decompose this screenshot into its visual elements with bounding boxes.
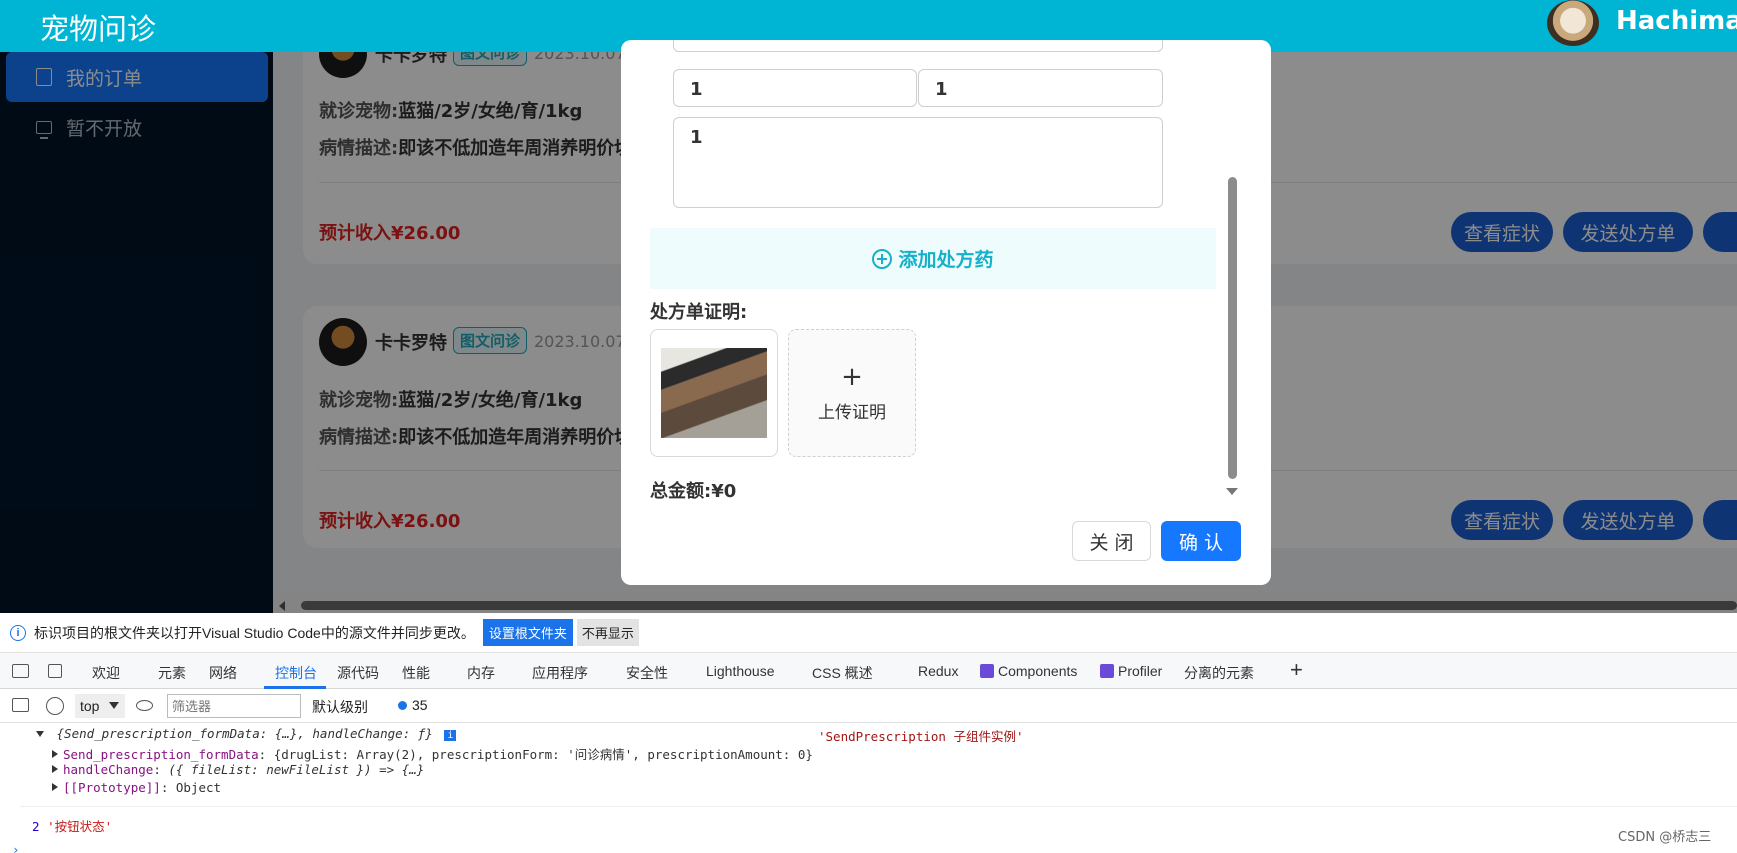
expand-triangle-icon[interactable] — [52, 765, 58, 773]
console-prompt[interactable]: › — [12, 842, 20, 853]
uploaded-proof-thumbnail[interactable] — [650, 329, 778, 457]
log-level-select[interactable]: 默认级别 — [312, 697, 368, 717]
expand-triangle-icon[interactable] — [52, 750, 58, 758]
info-text: 标识项目的根文件夹以打开Visual Studio Code中的源文件并同步更改… — [34, 624, 475, 641]
drug-quantity-input[interactable]: 1 — [673, 69, 917, 107]
tab-components[interactable]: Components — [980, 663, 1077, 679]
devtools-infobar: i 标识项目的根文件夹以打开Visual Studio Code中的源文件并同步… — [0, 613, 1737, 653]
watermark: CSDN @桥志三 — [1618, 830, 1712, 845]
info-badge-icon[interactable]: i — [444, 730, 457, 741]
plus-icon: + — [841, 361, 863, 392]
devtools-tabbar: 欢迎 元素 网络 控制台 源代码 性能 内存 应用程序 安全性 Lighthou… — [0, 653, 1737, 689]
tab-sources[interactable]: 源代码 — [337, 663, 379, 683]
sidebar-toggle-icon[interactable] — [12, 698, 29, 712]
tab-elements[interactable]: 元素 — [158, 663, 186, 683]
drug-price-input[interactable]: 1 — [918, 69, 1163, 107]
console-log-object[interactable]: {Send_prescription_formData: {…}, handle… — [36, 726, 457, 741]
drug-name-input[interactable] — [673, 40, 1163, 52]
tab-network[interactable]: 网络 — [209, 663, 237, 683]
upload-proof-button[interactable]: + 上传证明 — [788, 329, 916, 457]
console-prop-row[interactable]: handleChange: ({ fileList: newFileList }… — [52, 762, 424, 777]
eye-icon[interactable] — [136, 700, 153, 711]
proof-label: 处方单证明: — [650, 302, 748, 323]
device-toolbar-icon[interactable] — [48, 664, 62, 678]
console-log-label: 'SendPrescription 子组件实例' — [818, 729, 1024, 744]
issue-icon — [398, 701, 407, 710]
issues-counter[interactable]: 35 — [398, 697, 428, 713]
tab-redux[interactable]: Redux — [918, 663, 958, 679]
console-output: {Send_prescription_formData: {…}, handle… — [0, 723, 1737, 853]
user-name[interactable]: Hachiman — [1616, 6, 1737, 36]
console-prop-row[interactable]: Send_prescription_formData: {drugList: A… — [52, 744, 813, 763]
tab-css-overview[interactable]: CSS 概述 — [812, 663, 873, 683]
dont-show-again-button[interactable]: 不再显示 — [576, 619, 639, 646]
user-avatar[interactable] — [1547, 0, 1599, 46]
devtools-panel: i 标识项目的根文件夹以打开Visual Studio Code中的源文件并同步… — [0, 613, 1737, 853]
collapse-triangle-icon[interactable] — [36, 731, 44, 737]
close-button[interactable]: 关 闭 — [1072, 521, 1151, 561]
app-title: 宠物问诊 — [40, 12, 157, 46]
scroll-down-icon[interactable] — [1226, 488, 1238, 495]
console-divider — [20, 806, 1737, 807]
context-select[interactable]: top — [75, 694, 125, 718]
plus-circle-icon — [872, 248, 893, 269]
console-filter-input[interactable] — [167, 694, 301, 718]
info-icon: i — [10, 624, 26, 641]
expand-triangle-icon[interactable] — [52, 783, 58, 791]
set-root-folder-button[interactable]: 设置根文件夹 — [482, 619, 573, 646]
prescription-modal: 1 1 1 添加处方药 处方单证明: + 上传证明 总金额:¥0 关 闭 确 认 — [621, 40, 1271, 585]
react-icon — [980, 664, 994, 678]
tab-welcome[interactable]: 欢迎 — [92, 663, 120, 683]
tab-detached-elements[interactable]: 分离的元素 — [1184, 663, 1254, 683]
tab-performance[interactable]: 性能 — [402, 663, 430, 683]
tab-console[interactable]: 控制台 — [275, 663, 317, 683]
inspect-element-icon[interactable] — [12, 664, 29, 678]
drug-usage-textarea[interactable]: 1 — [673, 117, 1163, 208]
clear-console-icon[interactable] — [46, 697, 64, 715]
tab-application[interactable]: 应用程序 — [532, 663, 588, 683]
total-amount: 总金额:¥0 — [650, 481, 737, 502]
console-log-repeat: 2 '按钮状态' — [32, 819, 113, 834]
upload-label: 上传证明 — [818, 402, 886, 423]
confirm-button[interactable]: 确 认 — [1161, 521, 1241, 561]
tab-memory[interactable]: 内存 — [467, 663, 495, 683]
console-prop-row[interactable]: [[Prototype]]: Object — [52, 780, 221, 795]
add-prescription-drug-button[interactable]: 添加处方药 — [650, 228, 1216, 289]
tab-profiler[interactable]: Profiler — [1100, 663, 1162, 679]
modal-body: 1 1 1 添加处方药 处方单证明: + 上传证明 总金额:¥0 — [621, 40, 1271, 510]
app-window: 宠物问诊 Hachiman 我的订单 暂不开放 卡卡罗特 图文问诊 2023.1… — [0, 0, 1737, 613]
tab-lighthouse[interactable]: Lighthouse — [706, 663, 775, 679]
react-icon — [1100, 664, 1114, 678]
add-tab-icon[interactable]: + — [1290, 657, 1303, 683]
proof-image — [661, 348, 767, 438]
modal-scrollbar-thumb[interactable] — [1228, 177, 1237, 479]
tab-security[interactable]: 安全性 — [626, 663, 668, 683]
console-toolbar: top 默认级别 35 — [0, 689, 1737, 723]
